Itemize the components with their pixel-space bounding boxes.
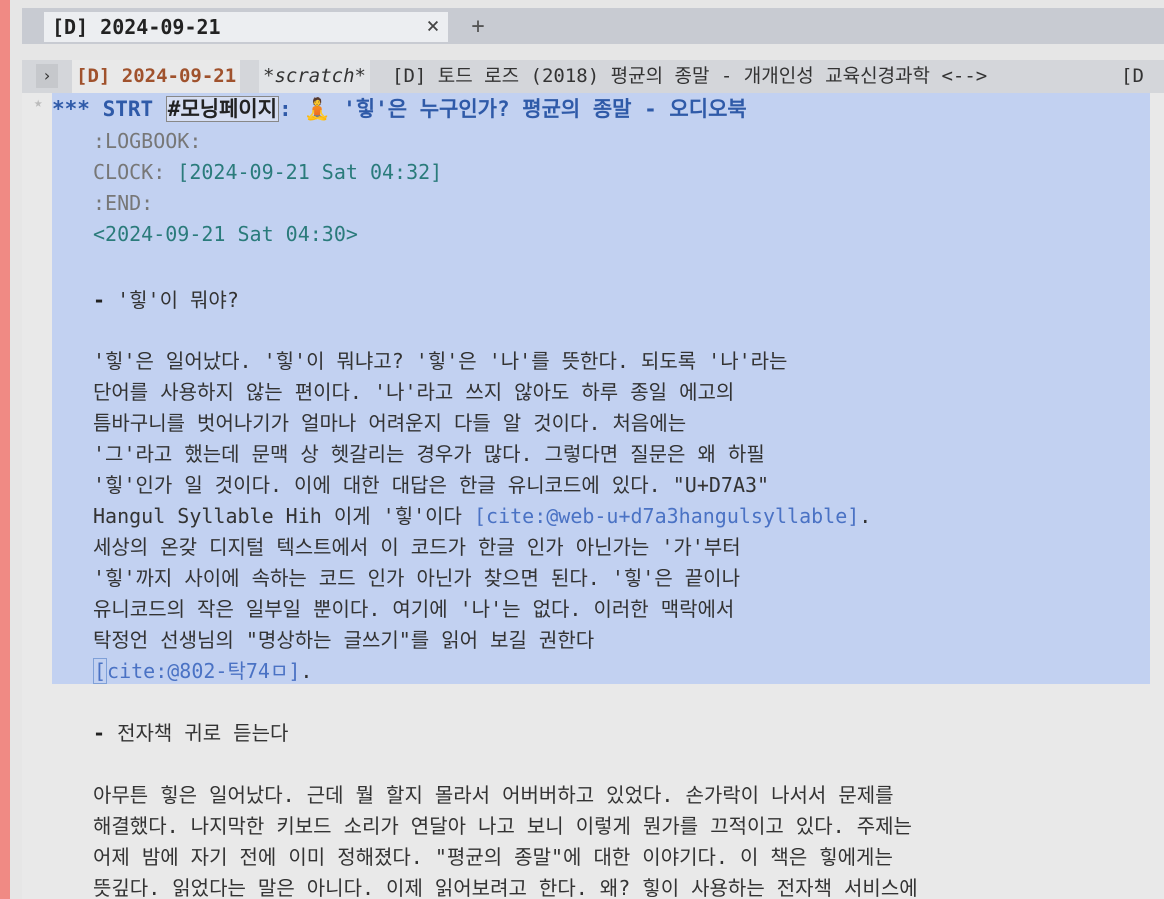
text: . [300, 659, 313, 683]
clock-line: CLOCK: [2024-09-21 Sat 04:32] [93, 160, 442, 184]
paragraph-line: '힣'인가 일 것이다. 이에 대한 대답은 한글 유니코드에 있다. "U+D… [93, 473, 770, 497]
buffer-tab-line: › [D] 2024-09-21 *scratch* [D] 토드 로즈 (20… [22, 60, 1164, 93]
editor-pane: › [D] 2024-09-21 *scratch* [D] 토드 로즈 (20… [22, 60, 1164, 899]
paragraph-line: 뜻깊다. 읽었다는 말은 아니다. 이제 읽어보려고 한다. 왜? 힣이 사용하… [93, 876, 918, 899]
clock-timestamp[interactable]: [2024-09-21 Sat 04:32] [177, 160, 442, 184]
bullet: - [93, 721, 118, 745]
paragraph-line: 틈바구니를 벗어나기가 얼마나 어려운지 다들 알 것이다. 처음에는 [93, 411, 687, 435]
paragraph-line: '그'라고 했는데 문맥 상 헷갈리는 경우가 많다. 그렇다면 질문은 왜 하… [93, 442, 765, 466]
paragraph-line: 단어를 사용하지 않는 편이다. '나'라고 쓰지 않아도 하루 종일 에고의 [93, 380, 735, 404]
paragraph-line: Hangul Syllable Hih 이게 '힣'이다 [cite:@web-… [93, 500, 871, 529]
chevron-right-icon[interactable]: › [36, 64, 58, 88]
org-heading[interactable]: *** STRT #모닝페이지: 🧘 '힣'은 누구인가? 평균의 종말 - 오… [52, 94, 747, 124]
paragraph-line: 해결했다. 나지막한 키보드 소리가 연달아 나고 보니 이렇게 뭔가를 끄적이… [93, 814, 912, 838]
list-item-text: 전자책 귀로 듣는다 [117, 721, 289, 745]
paragraph-line: 탁정언 선생님의 "명상하는 글쓰기"를 읽어 보길 권한다 [93, 628, 595, 652]
paragraph-line: '힣'은 일어났다. '힣'이 뭐냐고? '힣'은 '나'를 뜻한다. 되도록 … [93, 349, 788, 373]
list-item: - '힣'이 뭐야? [93, 284, 239, 313]
paragraph-line: 유니코드의 작은 일부일 뿐이다. 여기에 '나'는 없다. 이러한 맥락에서 [93, 597, 735, 621]
buffer-tab-current[interactable]: [D] 2024-09-21 [72, 60, 241, 93]
drawer-end: :END: [93, 191, 154, 215]
buffer-tab-next[interactable]: [D [1117, 60, 1148, 93]
paragraph-line: '힣'까지 사이에 속하는 코드 인가 아닌가 찾으면 된다. '힣'은 끝이나 [93, 566, 740, 590]
paragraph-line: 아무튼 힣은 일어났다. 근데 뭘 할지 몰라서 어버버하고 있었다. 손가락이… [93, 783, 894, 807]
citation-link[interactable]: [cite:@web-u+d7a3hangulsyllable] [474, 504, 859, 528]
scheduled-timestamp[interactable]: <2024-09-21 Sat 04:30> [93, 222, 358, 246]
tab-active[interactable]: [D] 2024-09-21 × [44, 12, 448, 42]
paragraph-line: 어제 밤에 자기 전에 이미 정해졌다. "평균의 종말"에 대한 이야기다. … [93, 845, 893, 869]
org-document[interactable]: ★ *** STRT #모닝페이지: 🧘 '힣'은 누구인가? 평균의 종말 -… [22, 93, 1164, 899]
close-icon[interactable]: × [422, 14, 444, 39]
clock-label: CLOCK: [93, 160, 178, 184]
text: . [859, 504, 872, 528]
buffer-tab-scratch[interactable]: *scratch* [259, 60, 370, 93]
citation-link[interactable]: cite:@802-탁74ㅁ] [107, 659, 300, 683]
logbook-drawer: :LOGBOOK: [93, 129, 202, 153]
cursor: [ [93, 658, 108, 684]
new-tab-icon[interactable]: + [466, 14, 490, 39]
list-item-text: '힣'이 뭐야? [117, 288, 239, 312]
heading-stars: *** STRT [52, 97, 166, 121]
fringe-marker: ★ [34, 95, 43, 111]
emacs-window: [D] 2024-09-21 × + › [D] 2024-09-21 *scr… [10, 0, 1164, 899]
text: Hangul Syllable Hih 이게 '힣'이다 [93, 504, 474, 528]
list-item: - 전자책 귀로 듣는다 [93, 717, 288, 746]
paragraph-line: 세상의 온갖 디지털 텍스트에서 이 코드가 한글 인가 아닌가는 '가'부터 [93, 535, 741, 559]
heading-tag[interactable]: #모닝페이지 [165, 96, 280, 122]
buffer-tab-book[interactable]: [D] 토드 로즈 (2018) 평균의 종말 - 개개인성 교육신경과학 <-… [388, 60, 991, 93]
bullet: - [93, 288, 118, 312]
tab-bar: [D] 2024-09-21 × + [22, 8, 1164, 44]
tab-title: [D] 2024-09-21 [52, 15, 221, 39]
heading-title: : 🧘 '힣'은 누구인가? 평균의 종말 - 오디오북 [279, 97, 747, 121]
paragraph-line: [cite:@802-탁74ㅁ]. [93, 655, 312, 684]
